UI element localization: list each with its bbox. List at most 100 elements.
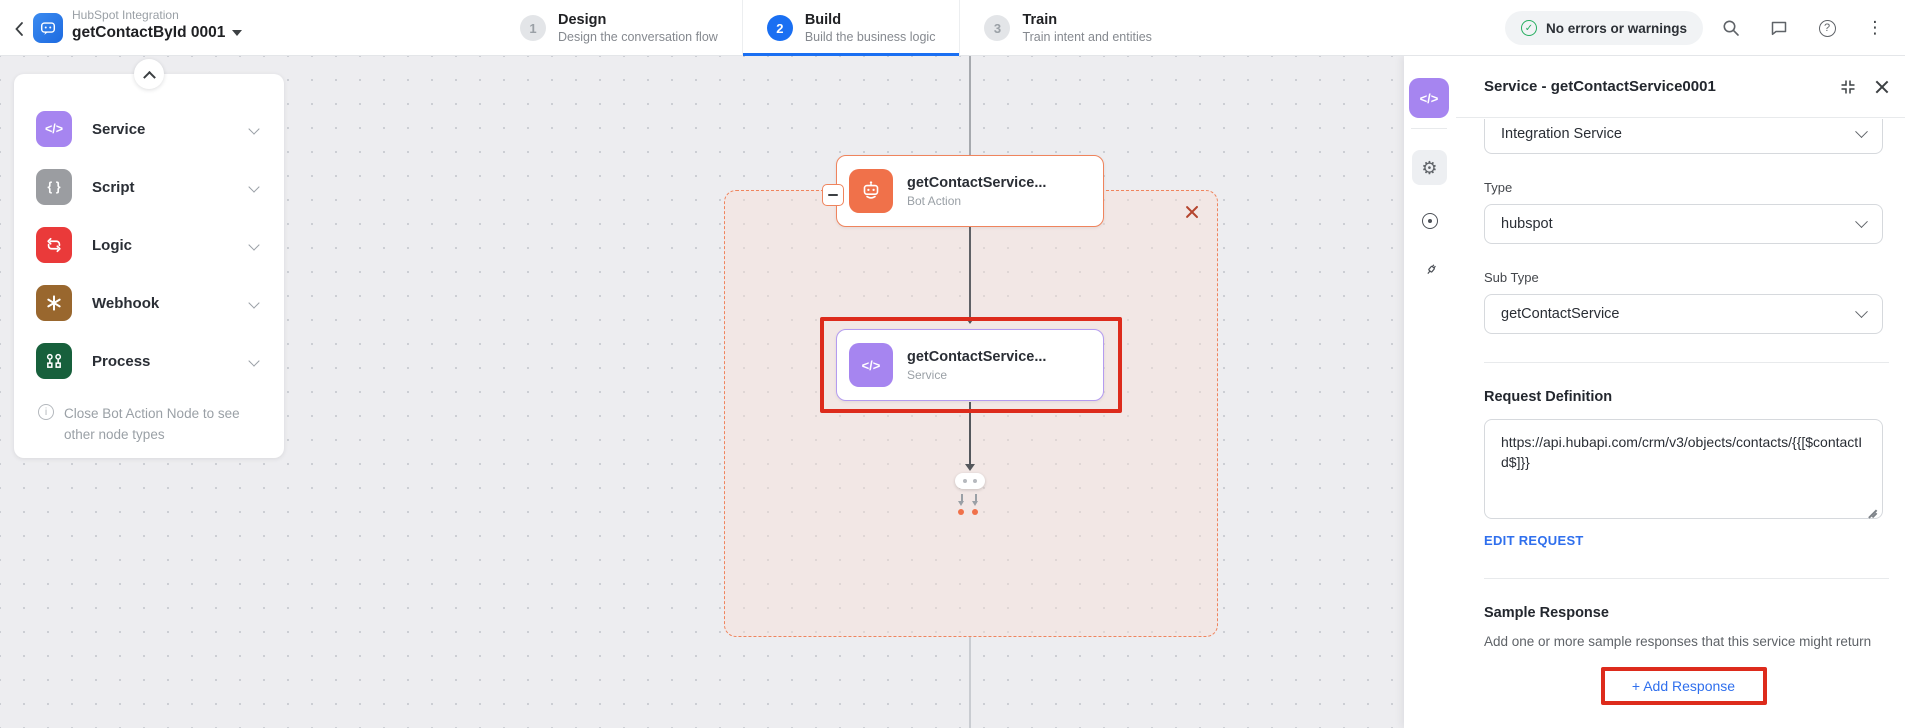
node-bot-action[interactable]: getContactService... Bot Action [836, 155, 1104, 227]
palette-item-label: Process [92, 352, 151, 370]
palette-item-process[interactable]: Process [36, 332, 266, 390]
close-icon [1874, 79, 1890, 95]
bot-action-group [724, 190, 1218, 637]
palette-item-logic[interactable]: Logic [36, 216, 266, 274]
chevron-down-icon [1855, 214, 1868, 228]
edit-request-link[interactable]: EDIT REQUEST [1484, 533, 1584, 548]
expand-panel-button[interactable] [1831, 70, 1865, 104]
close-group-icon[interactable] [1183, 203, 1201, 221]
chevron-down-icon [1855, 304, 1868, 318]
status-badge[interactable]: ✓ No errors or warnings [1504, 11, 1703, 45]
chevron-down-icon [248, 181, 260, 193]
chevron-down-icon [248, 355, 260, 367]
divider [1484, 578, 1889, 579]
palette-item-script[interactable]: { } Script [36, 158, 266, 216]
collapse-corners-icon [1841, 80, 1855, 93]
palette-item-label: Script [92, 178, 135, 196]
panel-rail: </> ⚙ [1404, 56, 1456, 728]
connector-line-low [969, 402, 971, 466]
request-definition-textarea[interactable]: https://api.hubapi.com/crm/v3/objects/co… [1484, 419, 1883, 519]
chevron-down-icon [248, 297, 260, 309]
workflow-steps: 1 Design Design the conversation flow 2 … [496, 0, 1176, 56]
chevron-up-icon [142, 70, 156, 84]
app-window: HubSpot Integration getContactById 0001 … [0, 0, 1905, 728]
connection-dot[interactable] [972, 509, 978, 515]
chat-bubble-icon [1771, 21, 1787, 36]
subtype-select[interactable]: getContactService [1484, 294, 1883, 334]
tab-subtitle: Design the conversation flow [558, 30, 718, 44]
more-options-button[interactable]: ⋮ [1855, 8, 1895, 48]
check-circle-icon: ✓ [1520, 20, 1537, 36]
step-number: 2 [766, 15, 793, 41]
comments-button[interactable] [1759, 8, 1799, 48]
panel-title: Service - getContactService0001 [1484, 78, 1716, 95]
tab-design[interactable]: 1 Design Design the conversation flow [496, 0, 742, 56]
request-url-value: https://api.hubapi.com/crm/v3/objects/co… [1501, 434, 1863, 471]
process-icon [36, 343, 72, 379]
add-node-port[interactable] [955, 473, 985, 489]
tab-train[interactable]: 3 Train Train intent and entities [959, 0, 1175, 56]
subtype-label: Sub Type [1484, 270, 1539, 285]
palette-item-service[interactable]: </> Service [36, 100, 266, 158]
panel-form: Integration Service Type hubspot Sub Typ… [1456, 119, 1905, 728]
node-palette: </> Service { } Script Logic Webhook Pro… [14, 59, 284, 458]
node-service[interactable]: </> getContactService... Service [836, 329, 1104, 401]
arrowhead-icon [965, 317, 975, 324]
collapse-node-button[interactable] [822, 184, 844, 206]
sample-response-description: Add one or more sample responses that th… [1484, 634, 1872, 649]
node-type: Service [907, 367, 948, 382]
divider [1484, 362, 1889, 363]
palette-collapse-button[interactable] [134, 59, 164, 89]
arrowhead-icon [965, 464, 975, 471]
service-code-icon: </> [1409, 78, 1449, 118]
type-select[interactable]: hubspot [1484, 204, 1883, 244]
help-icon: ? [1818, 19, 1836, 37]
port-arrow-icon [958, 501, 964, 506]
webhook-icon [36, 285, 72, 321]
connector-line-faint [969, 637, 971, 728]
flow-title: getContactById 0001 [72, 24, 226, 41]
select-value: getContactService [1501, 306, 1620, 322]
close-panel-button[interactable] [1865, 70, 1899, 104]
connector-line-mid [969, 227, 971, 323]
flow-title-dropdown[interactable]: getContactById 0001 [72, 24, 243, 42]
select-value: hubspot [1501, 216, 1553, 232]
code-icon: </> [36, 111, 72, 147]
search-button[interactable] [1711, 8, 1751, 48]
connection-dot[interactable] [958, 509, 964, 515]
chevron-down-icon [1855, 124, 1868, 138]
resize-handle-icon[interactable] [1867, 503, 1877, 513]
target-rail-button[interactable] [1412, 203, 1447, 238]
bot-app-icon[interactable] [33, 13, 63, 43]
status-badge-text: No errors or warnings [1545, 20, 1687, 36]
port-arrow-icon [961, 494, 963, 501]
bot-action-icon [849, 169, 893, 213]
back-button[interactable] [6, 16, 32, 42]
node-title: getContactService... [907, 348, 1047, 365]
breadcrumb-app-name: HubSpot Integration [72, 8, 179, 22]
step-number: 3 [984, 15, 1011, 41]
palette-item-webhook[interactable]: Webhook [36, 274, 266, 332]
connections-rail-button[interactable] [1412, 253, 1447, 288]
help-button[interactable]: ? [1807, 8, 1847, 48]
service-properties-panel: </> ⚙ Service - getContactService0001 In… [1404, 56, 1905, 728]
type-label: Type [1484, 180, 1513, 195]
sample-response-heading: Sample Response [1484, 605, 1609, 621]
palette-item-label: Logic [92, 236, 132, 254]
tab-subtitle: Train intent and entities [1022, 30, 1152, 44]
port-arrow-icon [975, 494, 977, 501]
palette-note-text: Close Bot Action Node to see other node … [64, 406, 240, 442]
plug-icon [1426, 263, 1436, 274]
settings-rail-button[interactable]: ⚙ [1412, 150, 1447, 185]
node-title: getContactService... [907, 174, 1047, 191]
loop-icon [36, 227, 72, 263]
chevron-down-icon [248, 239, 260, 251]
tab-label: Design [558, 12, 607, 28]
chevron-down-icon [232, 30, 243, 36]
add-response-button[interactable]: + Add Response [1626, 676, 1741, 696]
tab-build[interactable]: 2 Build Build the business logic [741, 0, 960, 56]
select-value: Integration Service [1501, 126, 1622, 142]
braces-icon: { } [36, 169, 72, 205]
service-code-icon: </> [849, 343, 893, 387]
connection-type-select[interactable]: Integration Service [1484, 119, 1883, 154]
